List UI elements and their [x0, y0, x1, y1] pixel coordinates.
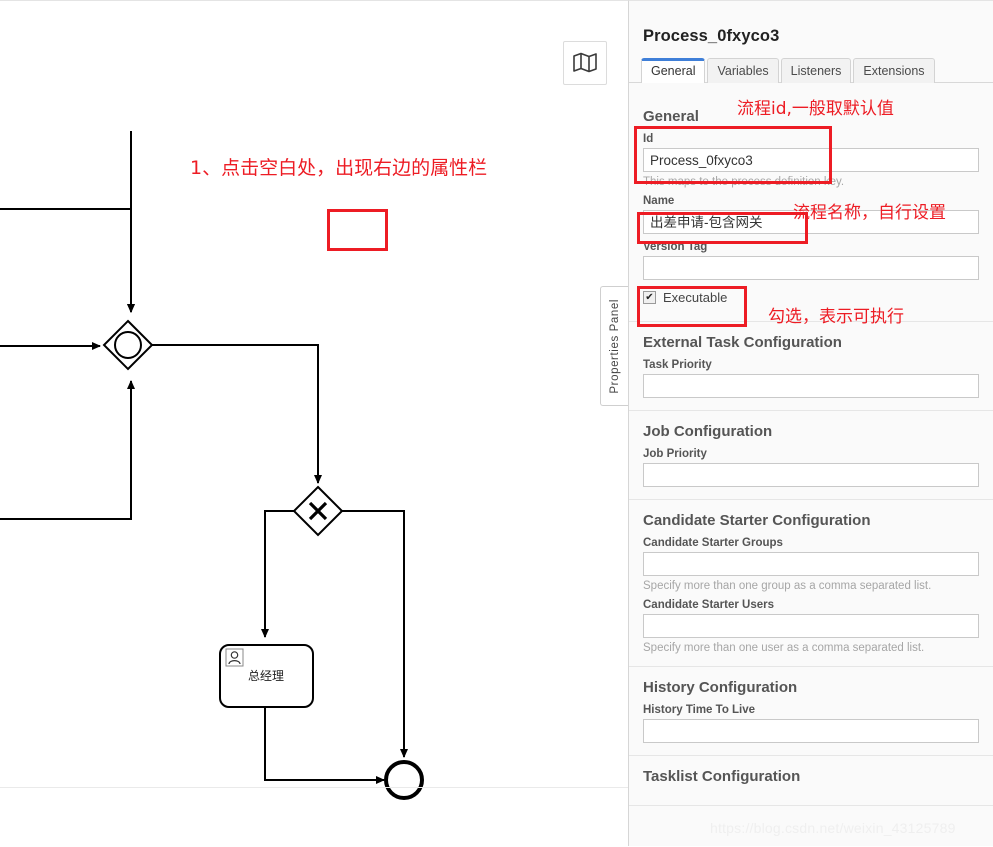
task-label-text: 总经理 [248, 669, 284, 683]
map-icon [573, 52, 597, 73]
properties-panel-handle-label: Properties Panel [609, 298, 621, 394]
history-ttl-label: History Time To Live [643, 704, 756, 716]
task-priority-input[interactable] [643, 374, 979, 398]
annotation-executable-note: 勾选，表示可执行 [768, 307, 904, 327]
group-job: Job Configuration Job Priority [629, 411, 993, 500]
group-candidate-starter-heading: Candidate Starter Configuration [643, 512, 871, 529]
candidate-starter-users-hint: Specify more than one user as a comma se… [643, 642, 925, 654]
candidate-starter-groups-input[interactable] [643, 552, 979, 576]
group-candidate-starter: Candidate Starter Configuration Candidat… [629, 500, 993, 667]
properties-panel-handle[interactable]: Properties Panel [600, 286, 629, 406]
candidate-starter-groups-label: Candidate Starter Groups [643, 537, 783, 549]
candidate-starter-users-input[interactable] [643, 614, 979, 638]
group-tasklist-heading: Tasklist Configuration [643, 768, 801, 785]
panel-title: Process_0fxyco3 [643, 27, 780, 45]
tab-listeners[interactable]: Listeners [780, 58, 852, 83]
task-priority-label: Task Priority [643, 359, 712, 371]
annotation-name-note: 流程名称，自行设置 [793, 203, 946, 223]
version-tag-input[interactable] [643, 256, 979, 280]
candidate-starter-groups-hint: Specify more than one group as a comma s… [643, 580, 932, 592]
panel-tabs: General Variables Listeners Extensions [629, 58, 993, 83]
annotation-id-box [634, 126, 832, 184]
history-ttl-input[interactable] [643, 719, 979, 743]
group-job-heading: Job Configuration [643, 423, 773, 440]
group-history-heading: History Configuration [643, 679, 798, 696]
annotation-id-note: 流程id,一般取默认值 [737, 99, 894, 119]
canvas-bottom-divider [0, 787, 628, 788]
screenshot-root: 总经理 1、点击空白处，出现右边的属性栏 Properties Panel Pr… [0, 0, 993, 847]
watermark: https://blog.csdn.net/weixin_43125789 [710, 820, 956, 836]
tab-variables[interactable]: Variables [707, 58, 779, 83]
job-priority-label: Job Priority [643, 448, 707, 460]
annotation-name-box [637, 212, 808, 244]
tab-general[interactable]: General [641, 58, 706, 83]
minimap-toggle-button[interactable] [563, 41, 607, 85]
bpmn-canvas[interactable]: 总经理 1、点击空白处，出现右边的属性栏 [0, 0, 628, 847]
group-external-task: External Task Configuration Task Priorit… [629, 322, 993, 411]
tab-extensions[interactable]: Extensions [853, 58, 935, 83]
group-tasklist: Tasklist Configuration [629, 756, 993, 806]
annotation-step-1: 1、点击空白处，出现右边的属性栏 [190, 157, 488, 179]
group-external-task-heading: External Task Configuration [643, 334, 842, 351]
candidate-starter-users-label: Candidate Starter Users [643, 599, 775, 611]
job-priority-input[interactable] [643, 463, 979, 487]
annotation-executable-box [637, 286, 747, 327]
bpmn-diagram: 总经理 [0, 131, 424, 800]
annotation-blank-area-box [327, 209, 388, 251]
group-history: History Configuration History Time To Li… [629, 667, 993, 756]
